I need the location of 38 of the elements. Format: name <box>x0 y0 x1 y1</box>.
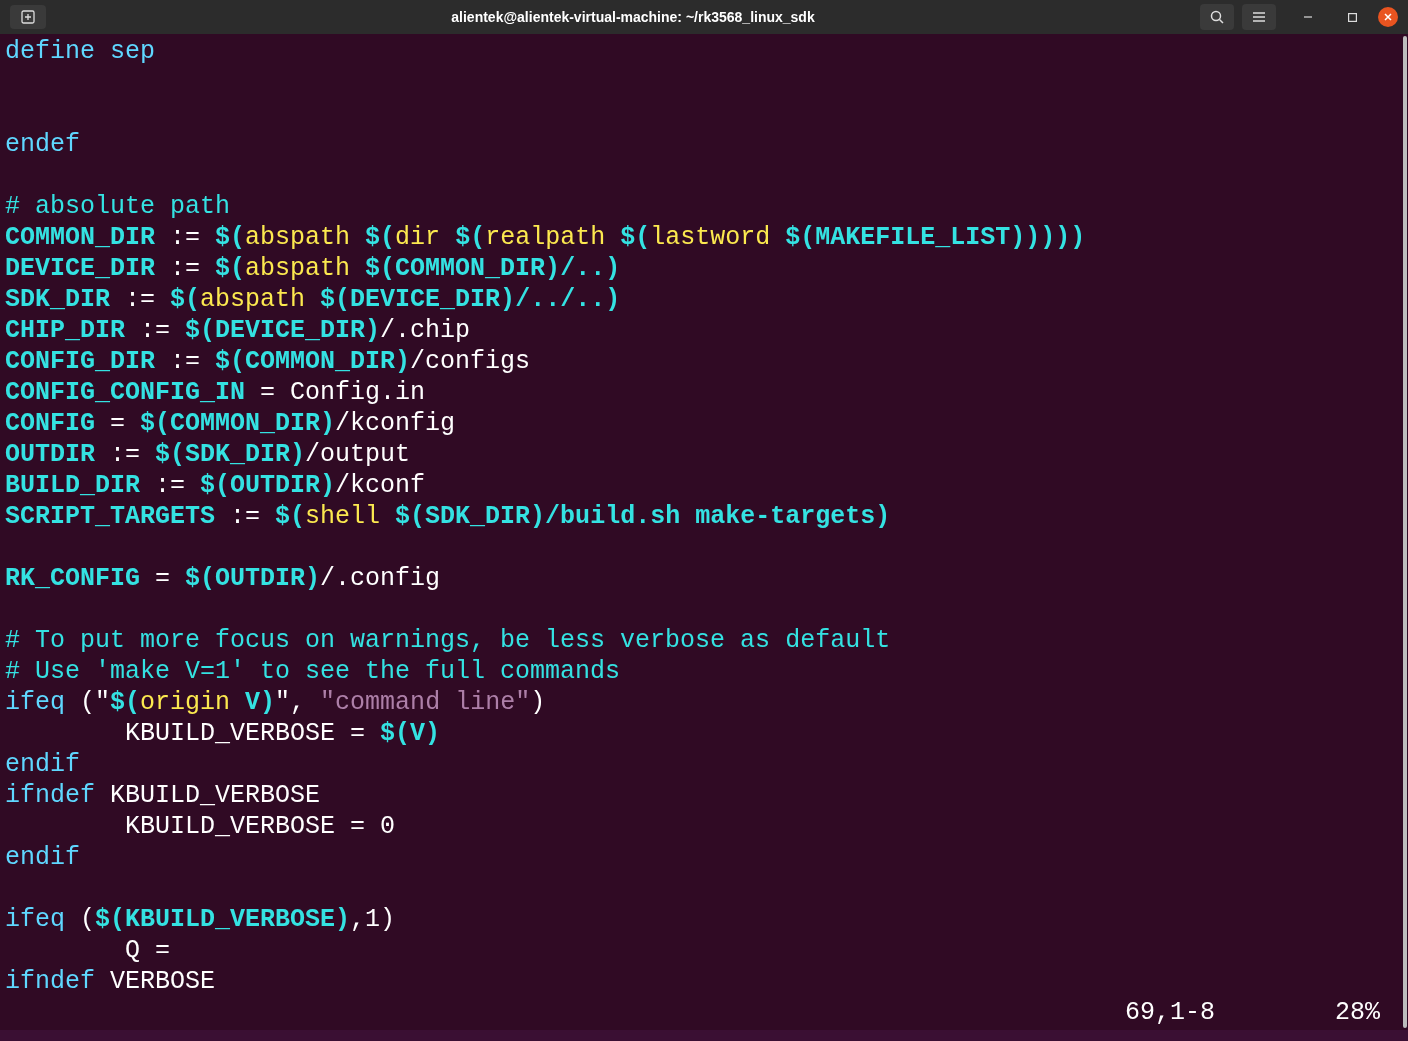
code-line: endif <box>5 749 80 780</box>
code-line: ifeq ("$(origin V)", "command line") <box>5 687 546 718</box>
code-line: OUTDIR := $(SDK_DIR)/output <box>5 439 411 470</box>
window-title: alientek@alientek-virtual-machine: ~/rk3568_linux_sdk <box>450 7 815 27</box>
code-line: CHIP_DIR := $(DEVICE_DIR)/.chip <box>5 315 471 346</box>
new-tab-button[interactable] <box>10 5 46 29</box>
code-line: CONFIG_CONFIG_IN = Config.in <box>5 377 426 408</box>
code-line: COMMON_DIR := $(abspath $(dir $(realpath $(lastword $(MAKEFILE_LIST))))) <box>5 222 1086 253</box>
code-line: SDK_DIR := $(abspath $(DEVICE_DIR)/../..) <box>5 284 621 315</box>
cursor-position: 69,1-8 <box>1125 997 1215 1028</box>
code-line: Q = <box>124 935 171 966</box>
code-line: define sep <box>5 36 156 67</box>
code-line: SCRIPT_TARGETS := $(shell $(SDK_DIR)/build.sh make-targets) <box>5 501 891 532</box>
search-icon <box>1210 10 1224 24</box>
code-line: # absolute path <box>5 191 231 222</box>
code-line: endif <box>5 842 80 873</box>
code-line: ifndef KBUILD_VERBOSE <box>5 780 321 811</box>
close-button[interactable] <box>1378 7 1398 27</box>
code-line: BUILD_DIR := $(OUTDIR)/kconf <box>5 470 426 501</box>
code-line: # To put more focus on warnings, be less verbose as default <box>5 625 891 656</box>
minimize-icon <box>1304 16 1312 18</box>
maximize-icon <box>1347 12 1357 22</box>
code-line: endef <box>5 129 80 160</box>
search-button[interactable] <box>1200 4 1234 30</box>
new-tab-icon <box>21 10 35 24</box>
code-line: KBUILD_VERBOSE = 0 <box>124 811 396 842</box>
code-line: CONFIG_DIR := $(COMMON_DIR)/configs <box>5 346 531 377</box>
code-line: ifeq ($(KBUILD_VERBOSE),1) <box>5 904 396 935</box>
code-line: RK_CONFIG = $(OUTDIR)/.config <box>5 563 441 594</box>
scroll-percent: 28% <box>1335 997 1381 1028</box>
menu-button[interactable] <box>1242 4 1276 30</box>
close-icon <box>1384 13 1392 21</box>
code-line: ifndef VERBOSE <box>5 966 216 997</box>
code-line: DEVICE_DIR := $(abspath $(COMMON_DIR)/..) <box>5 253 621 284</box>
code-line: KBUILD_VERBOSE = $(V) <box>124 718 441 749</box>
code-line: # Use 'make V=1' to see the full commands <box>5 656 621 687</box>
menu-icon <box>1253 12 1265 22</box>
code-line: CONFIG = $(COMMON_DIR)/kconfig <box>5 408 456 439</box>
